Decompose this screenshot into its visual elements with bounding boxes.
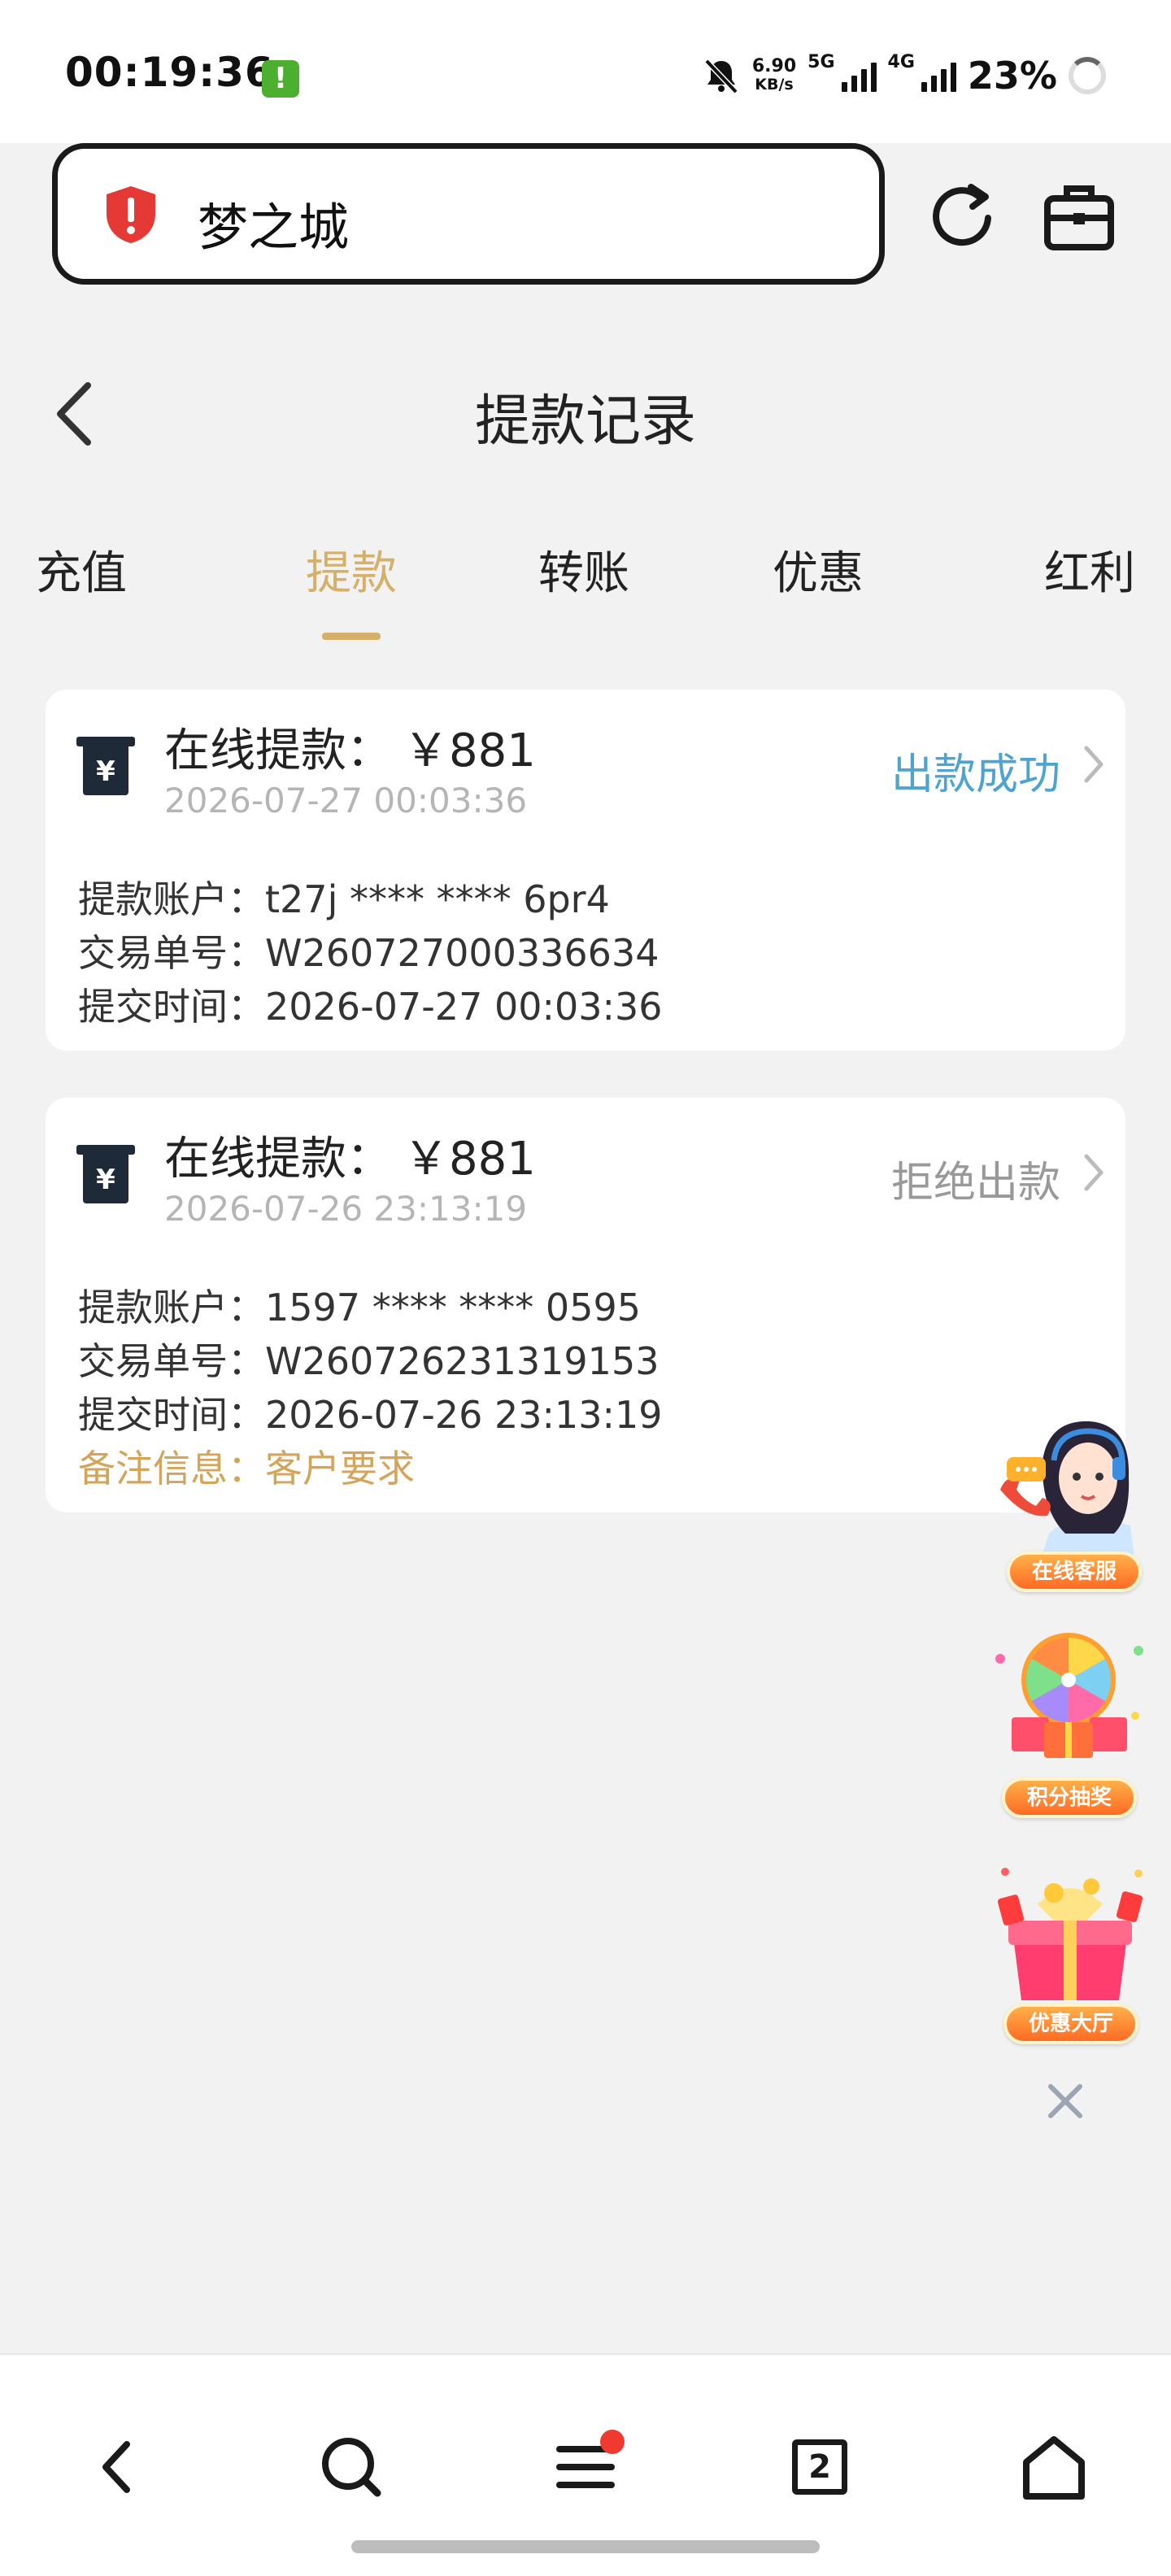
cash-machine-icon: ¥ bbox=[76, 1145, 135, 1203]
tab-recharge[interactable]: 充值 bbox=[36, 537, 198, 603]
record-account: 提款账户：t27j **** **** 6pr4 bbox=[78, 877, 610, 921]
record-amount: ￥881 bbox=[403, 1133, 536, 1186]
tab-active-indicator bbox=[322, 633, 381, 640]
record-status[interactable]: 出款成功 bbox=[891, 740, 1060, 801]
shield-warning-icon[interactable] bbox=[103, 185, 159, 245]
reload-icon[interactable] bbox=[927, 182, 997, 252]
back-icon[interactable] bbox=[80, 2428, 158, 2506]
page-title: 提款记录 bbox=[474, 389, 696, 454]
home-icon[interactable] bbox=[1015, 2428, 1093, 2506]
tab-transfer[interactable]: 转账 bbox=[503, 537, 665, 603]
svg-text:¥: ¥ bbox=[96, 755, 115, 788]
tab-bonus[interactable]: 红利 bbox=[973, 537, 1135, 603]
record-amount: ￥881 bbox=[403, 724, 536, 777]
toolbox-icon[interactable] bbox=[1043, 181, 1116, 252]
bell-muted-icon bbox=[704, 59, 738, 94]
status-indicators: 6.90 KB/s 5G 4G 23% bbox=[702, 47, 1106, 104]
record-order-no: 交易单号：W260726231319153 bbox=[78, 1339, 660, 1383]
record-status[interactable]: 拒绝出款 bbox=[891, 1148, 1060, 1209]
record-time: 2026-07-27 00:03:36 bbox=[164, 781, 528, 820]
promotion-hall-widget[interactable]: 优惠大厅 bbox=[989, 1864, 1151, 2056]
record-tabs: 充值 提款 转账 优惠 红利 bbox=[0, 537, 1171, 651]
notification-icon: ! bbox=[262, 60, 299, 98]
url-title: 梦之城 bbox=[198, 198, 350, 257]
record-submit-time: 提交时间：2026-07-27 00:03:36 bbox=[78, 985, 663, 1029]
address-bar[interactable]: 梦之城 bbox=[52, 143, 885, 285]
svg-text:¥: ¥ bbox=[96, 1164, 115, 1196]
online-service-widget[interactable]: 在线客服 bbox=[992, 1412, 1155, 1600]
tabs-button[interactable]: 2 bbox=[781, 2428, 859, 2506]
gift-box-icon bbox=[997, 1868, 1143, 2000]
tab-promotion[interactable]: 优惠 bbox=[737, 537, 899, 603]
menu-notification-dot bbox=[600, 2430, 625, 2454]
record-order-no: 交易单号：W260727000336634 bbox=[78, 931, 660, 975]
withdraw-record-card[interactable]: ¥ 在线提款： ￥881 2026-07-27 00:03:36 出款成功 提款账… bbox=[46, 690, 1125, 1051]
promotion-hall-label[interactable]: 优惠大厅 bbox=[1003, 2004, 1138, 2044]
signal-4g-icon bbox=[921, 59, 956, 92]
signal-5g-icon bbox=[841, 59, 877, 92]
lucky-draw-widget[interactable]: 积分抽奖 bbox=[987, 1626, 1150, 1828]
search-icon[interactable] bbox=[312, 2428, 390, 2506]
battery-level: 23% bbox=[967, 54, 1057, 98]
net-5g-label: 5G bbox=[808, 52, 835, 72]
withdraw-record-card[interactable]: ¥ 在线提款： ￥881 2026-07-26 23:13:19 拒绝出款 提款账… bbox=[46, 1098, 1125, 1512]
customer-service-icon bbox=[1000, 1421, 1134, 1558]
chevron-right-icon[interactable] bbox=[1080, 1150, 1108, 1195]
battery-icon bbox=[1069, 57, 1106, 94]
menu-button[interactable] bbox=[546, 2428, 625, 2506]
lucky-draw-label[interactable]: 积分抽奖 bbox=[1002, 1778, 1137, 1818]
record-title: 在线提款： ￥881 bbox=[164, 724, 536, 777]
status-time: 00:19:36 bbox=[65, 49, 274, 96]
online-service-label[interactable]: 在线客服 bbox=[1007, 1551, 1142, 1592]
record-note: 备注信息：客户要求 bbox=[78, 1447, 415, 1490]
record-submit-time: 提交时间：2026-07-26 23:13:19 bbox=[78, 1393, 663, 1437]
net-4g-label: 4G bbox=[887, 52, 915, 72]
record-time: 2026-07-26 23:13:19 bbox=[164, 1189, 528, 1229]
tab-withdraw[interactable]: 提款 bbox=[270, 537, 433, 603]
record-account: 提款账户：1597 **** **** 0595 bbox=[78, 1286, 641, 1329]
record-title: 在线提款： ￥881 bbox=[164, 1133, 536, 1186]
lucky-wheel-icon bbox=[995, 1633, 1143, 1758]
close-float-icon[interactable] bbox=[1043, 2078, 1088, 2124]
chevron-right-icon[interactable] bbox=[1080, 742, 1108, 787]
net-speed: 6.90 KB/s bbox=[751, 56, 797, 94]
home-indicator[interactable] bbox=[351, 2540, 820, 2553]
page-header: 提款记录 bbox=[0, 325, 1171, 496]
cash-machine-icon: ¥ bbox=[76, 737, 135, 795]
status-bar: 00:19:36 ! 6.90 KB/s 5G 4G 23% bbox=[0, 0, 1171, 143]
tabs-icon: 2 bbox=[792, 2439, 847, 2495]
